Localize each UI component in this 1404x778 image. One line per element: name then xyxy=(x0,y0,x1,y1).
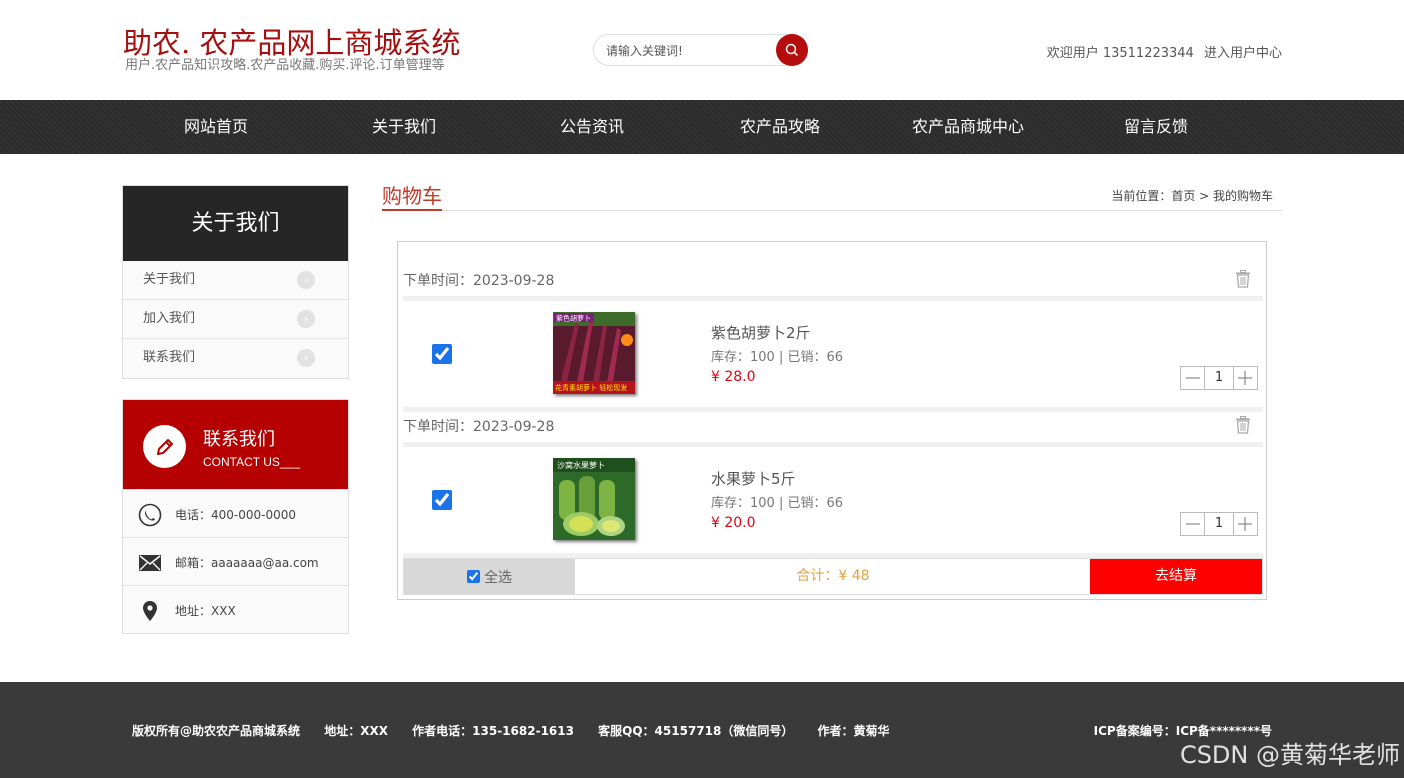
trash-icon[interactable] xyxy=(1235,270,1251,288)
select-all-label: 全选 xyxy=(484,569,512,586)
nav-guides[interactable]: 农产品攻略 xyxy=(686,100,874,154)
increase-button[interactable] xyxy=(1233,367,1258,389)
contact-email: 邮箱：aaaaaaa@aa.com xyxy=(175,556,319,570)
footer-author: 作者：黄菊华 xyxy=(817,724,890,738)
sidebar-link-label: 联系我们 xyxy=(143,350,196,365)
sidebar-link-about[interactable]: 关于我们 › xyxy=(123,261,348,300)
contact-header: 联系我们 CONTACT US___ xyxy=(123,400,348,489)
welcome-text: 欢迎用户 13511223344 xyxy=(1046,46,1194,61)
footer-info: 版权所有@助农农产品商城系统 地址：XXX 作者电话：135-1682-1613… xyxy=(132,722,910,739)
search-button[interactable] xyxy=(776,34,808,66)
nav-home[interactable]: 网站首页 xyxy=(122,100,310,154)
breadcrumb: 当前位置：首页 > 我的购物车 xyxy=(1111,189,1273,203)
contact-phone: 电话：400-000-0000 xyxy=(175,508,297,522)
contact-address: 地址：XXX xyxy=(175,604,236,618)
contact-phone-row: 电话：400-000-0000 xyxy=(123,489,348,537)
chevron-right-icon: › xyxy=(297,310,315,328)
item-checkbox[interactable] xyxy=(432,344,452,364)
user-center-link[interactable]: 进入用户中心 xyxy=(1204,46,1282,61)
minus-icon xyxy=(1185,523,1200,525)
footer-copyright: 版权所有@助农农产品商城系统 xyxy=(132,724,301,738)
footer-address: 地址：XXX xyxy=(324,724,388,738)
trash-icon[interactable] xyxy=(1235,416,1251,434)
thumbnail-banner: 紫色胡萝卜 xyxy=(556,314,591,323)
quantity-stepper: 1 xyxy=(1180,366,1258,390)
sidebar-link-join[interactable]: 加入我们 › xyxy=(123,300,348,339)
cart-item: 沙窝水果萝卜 水果萝卜5斤 库存：100 | 已销：66 ¥ 20.0 1 xyxy=(403,448,1263,554)
product-price: ¥ 20.0 xyxy=(711,515,756,531)
user-area: 欢迎用户 13511223344 进入用户中心 xyxy=(1041,42,1282,61)
plus-icon xyxy=(1238,517,1253,531)
quantity-value[interactable]: 1 xyxy=(1204,367,1234,389)
sidebar-about-title: 关于我们 xyxy=(123,186,348,261)
contact-address-row: 地址：XXX xyxy=(123,585,348,633)
site-header: 助农. 农产品网上商城系统 用户.农产品知识攻略.农产品收藏.购买.评论.订单管… xyxy=(0,0,1404,100)
cart-panel: 下单时间：2023-09-28 紫色胡萝卜 花青素胡萝卜 轻松现发 紫色胡萝卜2… xyxy=(397,241,1267,600)
page-title: 购物车 xyxy=(382,184,442,208)
watermark: CSDN @黄菊华老师 xyxy=(1179,741,1400,769)
search-input[interactable] xyxy=(606,41,766,61)
sidebar-link-label: 加入我们 xyxy=(143,311,196,326)
minus-icon xyxy=(1185,377,1200,379)
decrease-button[interactable] xyxy=(1181,367,1205,389)
item-checkbox[interactable] xyxy=(432,490,452,510)
contact-title: 联系我们 xyxy=(203,429,275,450)
thumbnail-banner: 沙窝水果萝卜 xyxy=(557,460,605,470)
sidebar-contact: 联系我们 CONTACT US___ 电话：400-000-0000 邮箱：aa… xyxy=(122,399,349,634)
product-stock: 库存：100 | 已销：66 xyxy=(711,496,843,511)
order-header: 下单时间：2023-09-28 xyxy=(403,410,1263,440)
plus-icon xyxy=(1238,371,1253,385)
title-divider xyxy=(382,210,1282,211)
mail-icon xyxy=(137,551,163,575)
chevron-right-icon: › xyxy=(297,271,315,289)
separator xyxy=(403,442,1263,447)
product-stock: 库存：100 | 已销：66 xyxy=(711,350,843,365)
nav-feedback[interactable]: 留言反馈 xyxy=(1062,100,1250,154)
cart-summary-bar: 全选 合计：¥ 48 去结算 xyxy=(403,558,1263,595)
decrease-button[interactable] xyxy=(1181,513,1205,535)
product-thumbnail[interactable]: 沙窝水果萝卜 xyxy=(553,458,635,540)
sidebar-about: 关于我们 关于我们 › 加入我们 › 联系我们 › xyxy=(122,185,349,379)
chevron-right-icon: › xyxy=(297,349,315,367)
title-underline xyxy=(382,209,442,211)
product-name[interactable]: 紫色胡萝卜2斤 xyxy=(711,322,811,343)
checkout-button[interactable]: 去结算 xyxy=(1090,559,1262,594)
footer-phone: 作者电话：135-1682-1613 xyxy=(412,724,574,738)
product-name[interactable]: 水果萝卜5斤 xyxy=(711,468,796,489)
pencil-icon xyxy=(143,425,186,468)
site-logo-subtitle: 用户.农产品知识攻略.农产品收藏.购买.评论.订单管理等 xyxy=(125,58,445,73)
sidebar-link-label: 关于我们 xyxy=(143,272,196,287)
separator xyxy=(403,296,1263,301)
footer-qq: 客服QQ：45157718（微信同号） xyxy=(598,724,794,738)
search-icon xyxy=(785,43,799,57)
order-time: 下单时间：2023-09-28 xyxy=(403,419,555,435)
product-price: ¥ 28.0 xyxy=(711,369,756,385)
main-nav: 网站首页 关于我们 公告资讯 农产品攻略 农产品商城中心 留言反馈 xyxy=(0,100,1404,154)
increase-button[interactable] xyxy=(1233,513,1258,535)
quantity-value[interactable]: 1 xyxy=(1204,513,1234,535)
sidebar-link-contact[interactable]: 联系我们 › xyxy=(123,339,348,378)
nav-mall[interactable]: 农产品商城中心 xyxy=(874,100,1062,154)
order-time: 下单时间：2023-09-28 xyxy=(403,273,555,289)
phone-icon xyxy=(137,503,163,527)
search-box xyxy=(593,34,808,66)
order-header: 下单时间：2023-09-28 xyxy=(403,264,1263,294)
location-pin-icon xyxy=(137,599,163,623)
contact-email-row: 邮箱：aaaaaaa@aa.com xyxy=(123,537,348,585)
contact-subtitle: CONTACT US___ xyxy=(203,455,300,469)
quantity-stepper: 1 xyxy=(1180,512,1258,536)
select-all-toggle[interactable]: 全选 xyxy=(404,559,575,594)
nav-about[interactable]: 关于我们 xyxy=(310,100,498,154)
thumbnail-caption: 花青素胡萝卜 轻松现发 xyxy=(555,383,627,392)
cart-total: 合计：¥ 48 xyxy=(796,568,870,584)
cart-item: 紫色胡萝卜 花青素胡萝卜 轻松现发 紫色胡萝卜2斤 库存：100 | 已销：66… xyxy=(403,302,1263,408)
product-thumbnail[interactable]: 紫色胡萝卜 花青素胡萝卜 轻松现发 xyxy=(553,312,635,394)
nav-news[interactable]: 公告资讯 xyxy=(498,100,686,154)
select-all-checkbox[interactable] xyxy=(467,570,480,583)
